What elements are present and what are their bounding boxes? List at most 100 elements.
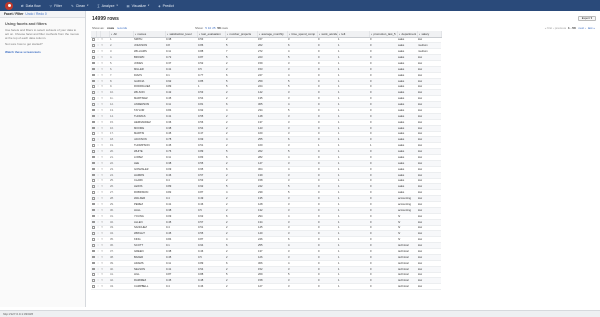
- row-checkbox[interactable]: [92, 161, 95, 165]
- row-checkbox[interactable]: [92, 79, 95, 83]
- star-icon[interactable]: ☆: [97, 74, 99, 77]
- pager-first[interactable]: « first: [545, 26, 552, 30]
- flag-icon[interactable]: ⚑: [101, 244, 103, 247]
- flag-icon[interactable]: ⚑: [101, 279, 103, 282]
- star-icon[interactable]: ☆: [97, 38, 99, 41]
- star-icon[interactable]: ☆: [97, 144, 99, 147]
- row-checkbox[interactable]: [92, 138, 95, 141]
- table-cell[interactable]: 1: [337, 283, 369, 291]
- row-checkbox[interactable]: [92, 214, 95, 218]
- row-checkbox[interactable]: [92, 50, 95, 53]
- row-checkbox[interactable]: [92, 267, 95, 271]
- star-icon[interactable]: ☆: [97, 285, 99, 288]
- table-cell[interactable]: 127: [257, 283, 287, 291]
- star-icon[interactable]: ☆: [97, 197, 99, 200]
- star-icon[interactable]: ☆: [97, 209, 99, 212]
- row-checkbox[interactable]: [92, 238, 95, 241]
- star-icon[interactable]: ☆: [97, 262, 99, 265]
- star-icon[interactable]: ☆: [97, 174, 99, 177]
- flag-icon[interactable]: ⚑: [101, 162, 103, 165]
- row-checkbox[interactable]: [92, 273, 95, 276]
- flag-icon[interactable]: ⚑: [101, 132, 103, 135]
- star-icon[interactable]: ☆: [97, 91, 99, 94]
- star-icon[interactable]: ☆: [97, 62, 99, 65]
- flag-icon[interactable]: ⚑: [101, 103, 103, 106]
- flag-icon[interactable]: ⚑: [101, 109, 103, 112]
- star-icon[interactable]: ☆: [97, 250, 99, 253]
- row-checkbox[interactable]: [92, 144, 95, 147]
- flag-icon[interactable]: ⚑: [101, 156, 103, 159]
- table-cell[interactable]: 0: [317, 283, 337, 291]
- star-icon[interactable]: ☆: [97, 179, 99, 182]
- table-cell[interactable]: low: [417, 283, 441, 291]
- star-icon[interactable]: ☆: [97, 203, 99, 206]
- flag-icon[interactable]: ⚑: [101, 68, 103, 71]
- row-checkbox[interactable]: [92, 208, 95, 212]
- screencasts-link[interactable]: Watch these screencasts: [5, 50, 41, 54]
- star-icon[interactable]: ☆: [97, 162, 99, 165]
- flag-icon[interactable]: ⚑: [101, 262, 103, 265]
- page-size-option[interactable]: 5: [205, 26, 207, 30]
- star-icon[interactable]: ☆: [97, 221, 99, 224]
- nav-item-visualize[interactable]: ▤ Visualize ▾: [127, 4, 150, 8]
- row-checkbox[interactable]: [92, 202, 95, 206]
- nav-item-data-flow[interactable]: ⇄ Data flow: [21, 4, 41, 8]
- show-as-rows[interactable]: rows: [107, 26, 114, 30]
- star-icon[interactable]: ☆: [97, 256, 99, 259]
- star-icon[interactable]: ☆: [97, 68, 99, 71]
- row-checkbox[interactable]: [92, 220, 95, 224]
- row-checkbox[interactable]: [92, 249, 95, 253]
- star-icon[interactable]: ☆: [97, 244, 99, 247]
- flag-icon[interactable]: ⚑: [101, 115, 103, 118]
- star-icon[interactable]: ☆: [97, 97, 99, 100]
- flag-icon[interactable]: ⚑: [101, 238, 103, 241]
- flag-icon[interactable]: ⚑: [101, 215, 103, 218]
- nav-item-clean[interactable]: ✎ Clean ▾: [71, 4, 88, 8]
- row-checkbox[interactable]: [92, 285, 95, 288]
- row-checkbox[interactable]: [92, 173, 95, 177]
- row-checkbox[interactable]: [92, 97, 95, 100]
- star-icon[interactable]: ☆: [97, 191, 99, 194]
- row-checkbox[interactable]: [92, 179, 95, 182]
- star-icon[interactable]: ☆: [97, 50, 99, 53]
- table-cell[interactable]: 3: [287, 283, 317, 291]
- app-logo-icon[interactable]: [5, 1, 13, 10]
- star-icon[interactable]: ☆: [97, 103, 99, 106]
- pager-next[interactable]: next ›: [578, 26, 586, 30]
- flag-icon[interactable]: ⚑: [101, 226, 103, 229]
- star-icon[interactable]: ☆: [97, 268, 99, 271]
- flag-icon[interactable]: ⚑: [101, 138, 103, 141]
- star-icon[interactable]: ☆: [97, 156, 99, 159]
- flag-icon[interactable]: ⚑: [101, 221, 103, 224]
- row-checkbox[interactable]: [92, 61, 95, 65]
- table-cell[interactable]: 2: [225, 283, 257, 291]
- star-icon[interactable]: ☆: [97, 127, 99, 130]
- pager-prev[interactable]: ‹ previous: [553, 26, 566, 30]
- nav-item-predict[interactable]: ◈ Predict: [158, 4, 174, 8]
- export-button[interactable]: Export ▾: [577, 16, 596, 21]
- flag-icon[interactable]: ⚑: [101, 56, 103, 59]
- tab-facet-filter[interactable]: Facet / Filter: [4, 12, 23, 16]
- flag-icon[interactable]: ⚑: [101, 179, 103, 182]
- flag-icon[interactable]: ⚑: [101, 121, 103, 124]
- row-checkbox[interactable]: [92, 232, 95, 235]
- table-cell[interactable]: 0: [369, 283, 397, 291]
- flag-icon[interactable]: ⚑: [101, 197, 103, 200]
- star-icon[interactable]: ☆: [97, 132, 99, 135]
- row-checkbox[interactable]: [92, 126, 95, 130]
- tab-undo-redo[interactable]: Undo / Redo 0: [25, 12, 46, 16]
- star-icon[interactable]: ☆: [97, 109, 99, 112]
- flag-icon[interactable]: ⚑: [101, 74, 103, 77]
- flag-icon[interactable]: ⚑: [101, 191, 103, 194]
- row-checkbox[interactable]: [92, 150, 95, 153]
- flag-icon[interactable]: ⚑: [101, 44, 103, 47]
- row-checkbox[interactable]: [92, 114, 95, 118]
- flag-icon[interactable]: ⚑: [101, 150, 103, 153]
- star-icon[interactable]: ☆: [97, 56, 99, 59]
- flag-icon[interactable]: ⚑: [101, 62, 103, 65]
- star-icon[interactable]: ☆: [97, 44, 99, 47]
- flag-icon[interactable]: ⚑: [101, 168, 103, 171]
- flag-icon[interactable]: ⚑: [101, 256, 103, 259]
- star-icon[interactable]: ☆: [97, 85, 99, 88]
- page-size-option[interactable]: 10: [208, 26, 211, 30]
